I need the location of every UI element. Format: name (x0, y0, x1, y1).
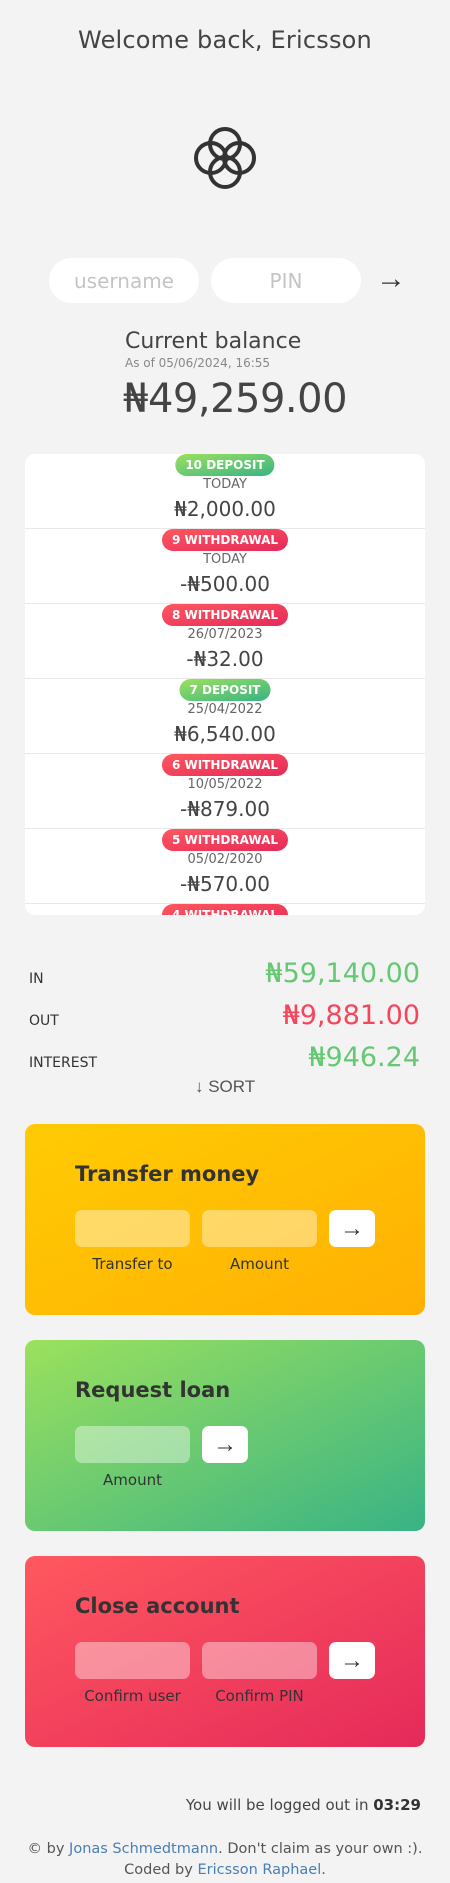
transfer-amount-label: Amount (230, 1255, 289, 1273)
movement-type-badge: 5 WITHDRAWAL (161, 829, 289, 851)
loan-submit-button[interactable]: → (202, 1426, 248, 1463)
movement-type-badge: 9 WITHDRAWAL (161, 529, 289, 551)
loan-amount-label: Amount (103, 1471, 162, 1489)
transfer-amount-input[interactable] (202, 1210, 317, 1247)
movement-value: -₦879.00 (180, 797, 270, 821)
footer-prefix: © by (27, 1841, 70, 1857)
movement-date: TODAY (203, 477, 247, 492)
close-user-input[interactable] (75, 1642, 190, 1679)
movement-type-badge: 8 WITHDRAWAL (161, 604, 289, 626)
summary-out-value: ₦9,881.00 (282, 1000, 420, 1031)
movement-value: -₦32.00 (186, 647, 264, 671)
close-submit-button[interactable]: → (329, 1642, 375, 1679)
transfer-panel: Transfer money → Transfer to Amount (25, 1124, 425, 1315)
logout-text: You will be logged out in (185, 1796, 374, 1814)
summary-interest-value: ₦946.24 (308, 1042, 420, 1073)
close-title: Close account (75, 1594, 240, 1618)
movement-value: ₦2,000.00 (174, 497, 276, 521)
username-input[interactable] (49, 258, 199, 303)
balance-label: Current balance (125, 329, 302, 354)
movement-type-badge: 6 WITHDRAWAL (161, 754, 289, 776)
footer-coder-link[interactable]: Ericsson Raphael (197, 1862, 321, 1878)
login-form: → (49, 258, 409, 304)
movement-date: 25/04/2022 (187, 702, 263, 717)
transfer-title: Transfer money (75, 1162, 260, 1186)
movement-type-badge: 10 DEPOSIT (175, 454, 275, 476)
footer: © by Jonas Schmedtmann. Don't claim as y… (20, 1839, 430, 1881)
footer-author-link[interactable]: Jonas Schmedtmann (69, 1841, 218, 1857)
summary-interest: INTEREST ₦946.24 (29, 1039, 424, 1073)
logout-time: 03:29 (373, 1796, 421, 1814)
transfer-to-label: Transfer to (92, 1255, 173, 1273)
logo-icon (194, 127, 256, 189)
summary-out: OUT ₦9,881.00 (29, 997, 424, 1031)
movement-type-badge: 4 WITHDRAWAL (161, 904, 289, 915)
movement-date: TODAY (203, 552, 247, 567)
loan-panel: Request loan → Amount (25, 1340, 425, 1531)
summary-interest-label: INTEREST (29, 1055, 98, 1071)
balance-value: ₦49,259.00 (123, 376, 348, 422)
loan-title: Request loan (75, 1378, 231, 1402)
movement-date: 10/05/2022 (187, 777, 263, 792)
summary-in-value: ₦59,140.00 (265, 958, 420, 989)
movement-date: 26/07/2023 (187, 627, 263, 642)
movement-type-badge: 7 DEPOSIT (179, 679, 271, 701)
movement-row: 5 WITHDRAWAL 05/02/2020 -₦570.00 (25, 829, 425, 904)
sort-button[interactable]: ↓ SORT (195, 1077, 255, 1097)
close-user-label: Confirm user (84, 1687, 181, 1705)
logout-timer: You will be logged out in 03:29 (186, 1796, 421, 1814)
movement-value: -₦500.00 (180, 572, 270, 596)
movement-value: -₦570.00 (180, 872, 270, 896)
movement-row: 7 DEPOSIT 25/04/2022 ₦6,540.00 (25, 679, 425, 754)
welcome-message: Welcome back, Ericsson (78, 26, 372, 54)
movement-row: 4 WITHDRAWAL (25, 904, 425, 915)
movement-row: 6 WITHDRAWAL 10/05/2022 -₦879.00 (25, 754, 425, 829)
summary-out-label: OUT (29, 1013, 59, 1029)
summary-in-label: IN (29, 971, 44, 987)
close-pin-input[interactable] (202, 1642, 317, 1679)
pin-input[interactable] (211, 258, 361, 303)
loan-amount-input[interactable] (75, 1426, 190, 1463)
footer-suffix: . (321, 1862, 326, 1878)
balance-date: As of 05/06/2024, 16:55 (125, 356, 271, 370)
movement-row: 9 WITHDRAWAL TODAY -₦500.00 (25, 529, 425, 604)
transfer-submit-button[interactable]: → (329, 1210, 375, 1247)
close-pin-label: Confirm PIN (215, 1687, 304, 1705)
movements-list[interactable]: 10 DEPOSIT TODAY ₦2,000.00 9 WITHDRAWAL … (25, 454, 425, 915)
movement-row: 10 DEPOSIT TODAY ₦2,000.00 (25, 454, 425, 529)
summary-in: IN ₦59,140.00 (29, 955, 424, 989)
login-button[interactable]: → (371, 256, 411, 302)
transfer-to-input[interactable] (75, 1210, 190, 1247)
movement-row: 8 WITHDRAWAL 26/07/2023 -₦32.00 (25, 604, 425, 679)
movement-value: ₦6,540.00 (174, 722, 276, 746)
movement-date: 05/02/2020 (187, 852, 263, 867)
close-panel: Close account → Confirm user Confirm PIN (25, 1556, 425, 1747)
